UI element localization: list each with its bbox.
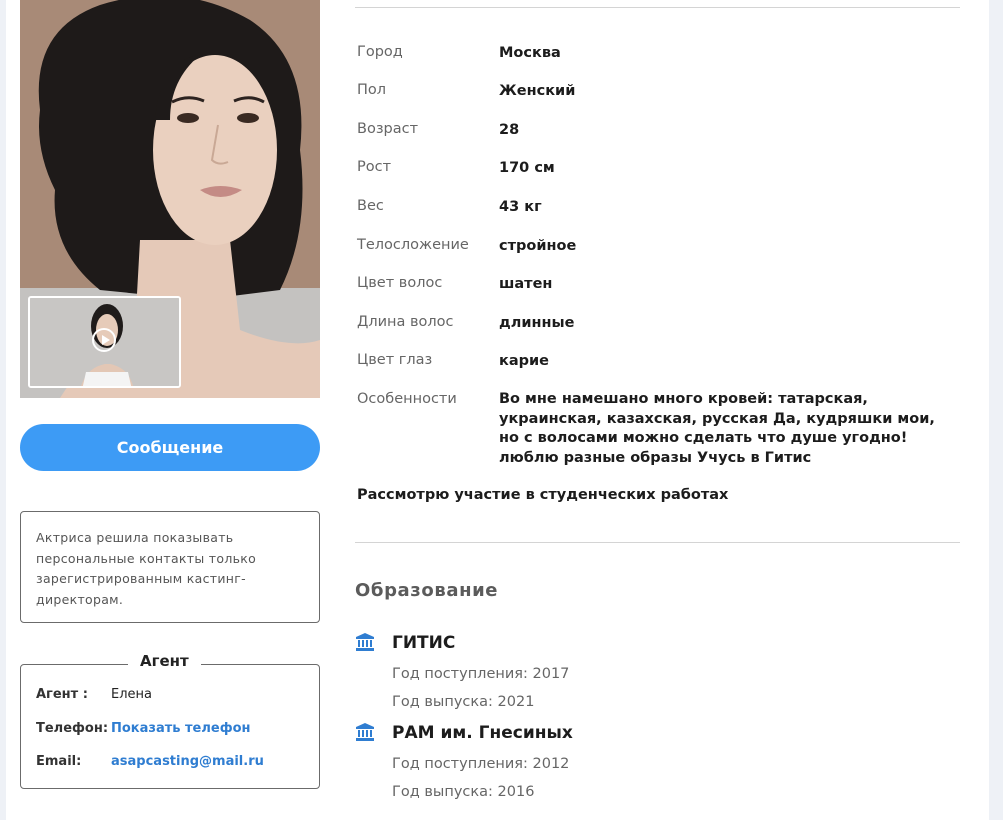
education-start-year: Год поступления: 2012 bbox=[392, 756, 570, 772]
attr-value: 43 кг bbox=[499, 199, 542, 215]
institution-icon bbox=[356, 633, 374, 651]
play-icon[interactable] bbox=[92, 328, 116, 352]
message-button[interactable]: Сообщение bbox=[20, 424, 320, 471]
attr-value: стройное bbox=[499, 238, 577, 254]
attr-value: 28 bbox=[499, 122, 520, 138]
education-title: Образование bbox=[355, 580, 499, 601]
attr-label: Длина волос bbox=[357, 314, 454, 330]
attr-label: Возраст bbox=[357, 121, 419, 137]
education-name: РАМ им. Гнесиных bbox=[392, 723, 573, 743]
attr-value: 170 см bbox=[499, 160, 555, 176]
agent-phone-label: Телефон: bbox=[36, 721, 109, 736]
attr-value: шатен bbox=[499, 276, 553, 292]
education-end-year: Год выпуска: 2021 bbox=[392, 694, 535, 710]
attr-label: Город bbox=[357, 44, 403, 60]
agent-name-value: Елена bbox=[111, 687, 152, 702]
institution-icon bbox=[356, 723, 374, 741]
attr-label: Цвет глаз bbox=[357, 352, 433, 368]
attr-label: Вес bbox=[357, 198, 384, 214]
agent-name-label: Агент : bbox=[36, 687, 88, 702]
attr-label: Телосложение bbox=[357, 237, 469, 253]
agent-email-label: Email: bbox=[36, 754, 82, 769]
attr-label: Особенности bbox=[357, 391, 457, 407]
attr-value: длинные bbox=[499, 315, 575, 331]
attr-label: Рост bbox=[357, 159, 392, 175]
attr-value: карие bbox=[499, 353, 549, 369]
show-phone-link[interactable]: Показать телефон bbox=[111, 721, 251, 736]
contacts-notice: Актриса решила показывать персональные к… bbox=[20, 511, 320, 623]
agent-email-link[interactable]: asapcasting@mail.ru bbox=[111, 754, 264, 769]
education-start-year: Год поступления: 2017 bbox=[392, 666, 570, 682]
attr-label: Пол bbox=[357, 82, 387, 98]
agent-card: Агент Агент : Елена Телефон: Показать те… bbox=[20, 652, 320, 789]
attr-value: Во мне намешано много кровей: татарская,… bbox=[499, 391, 935, 466]
agent-card-title: Агент bbox=[128, 652, 201, 670]
profile-page: Сообщение Актриса решила показывать перс… bbox=[6, 0, 989, 820]
attr-value: Москва bbox=[499, 45, 561, 61]
top-divider bbox=[355, 7, 960, 8]
education-name: ГИТИС bbox=[392, 633, 456, 653]
profile-photo[interactable] bbox=[20, 0, 320, 398]
attr-label: Цвет волос bbox=[357, 275, 443, 291]
student-works-note: Рассмотрю участие в студенческих работах bbox=[357, 487, 729, 503]
video-thumbnail[interactable] bbox=[28, 296, 181, 388]
education-end-year: Год выпуска: 2016 bbox=[392, 784, 535, 800]
attr-value: Женский bbox=[499, 83, 576, 99]
section-divider bbox=[355, 542, 960, 543]
